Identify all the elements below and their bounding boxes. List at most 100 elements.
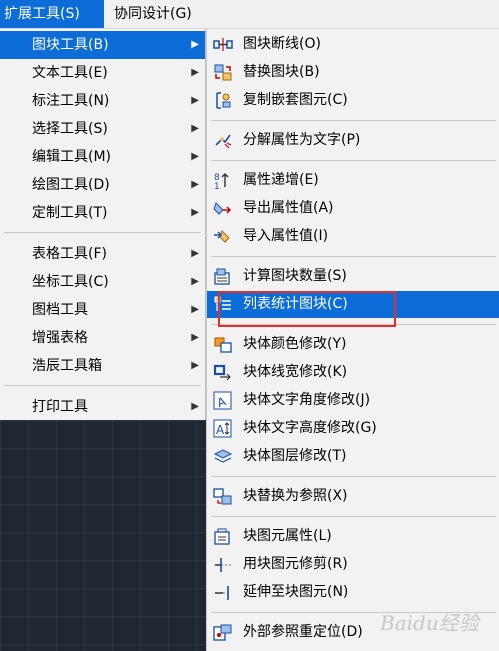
- menu-item-dimension-tools[interactable]: 标注工具(N) ▶: [0, 87, 205, 115]
- menu-separator: [211, 476, 496, 477]
- menu-item-trim-with-block[interactable]: 用块图元修剪(R): [207, 551, 499, 578]
- menu-item-label: 文本工具(E): [32, 65, 108, 81]
- submenu-arrow-icon: ▶: [191, 401, 199, 412]
- export-attr-icon: [213, 202, 232, 215]
- menu-item-block-layer[interactable]: 块体图层修改(T): [207, 443, 499, 470]
- menu-item-attr-increment[interactable]: 8 1 属性递增(E): [207, 167, 499, 194]
- menu-item-explode-attr[interactable]: 分解属性为文字(P): [207, 127, 499, 154]
- extend-tools-dropdown: 图块工具(B) ▶ 文本工具(E) ▶ 标注工具(N) ▶ 选择工具(S) ▶ …: [0, 29, 206, 420]
- menu-item-block-break[interactable]: 图块断线(O): [207, 31, 499, 58]
- block-break-icon: [213, 38, 233, 51]
- menu-item-text-height[interactable]: A 块体文字高度修改(G): [207, 415, 499, 442]
- menu-item-label: 增强表格: [32, 330, 88, 346]
- menu-item-block-linewidth[interactable]: 块体线宽修改(K): [207, 359, 499, 386]
- menu-item-import-attr[interactable]: 导入属性值(I): [207, 223, 499, 250]
- menu-separator: [4, 385, 201, 386]
- menu-item-label: 打印工具: [32, 399, 88, 415]
- menu-separator: [4, 232, 201, 233]
- menu-item-label: 定制工具(T): [32, 205, 108, 221]
- menu-item-label: 表格工具(F): [32, 246, 107, 262]
- menu-item-label: 延伸至块图元(N): [243, 584, 349, 600]
- submenu-arrow-icon: ▶: [191, 95, 199, 106]
- menu-item-export-attr[interactable]: 导出属性值(A): [207, 195, 499, 222]
- menu-item-text-tools[interactable]: 文本工具(E) ▶: [0, 59, 205, 87]
- menu-item-label: 复制嵌套图元(C): [243, 92, 348, 108]
- menu-item-label: 属性递增(E): [243, 172, 319, 188]
- submenu-arrow-icon: ▶: [191, 123, 199, 134]
- menu-item-print-tools[interactable]: 打印工具 ▶: [0, 393, 205, 421]
- menu-item-edit-tools[interactable]: 编辑工具(M) ▶: [0, 143, 205, 171]
- baidu-watermark: Baidu经验: [380, 611, 479, 635]
- menu-item-block-color[interactable]: 块体颜色修改(Y): [207, 331, 499, 358]
- menu-item-label: 选择工具(S): [32, 121, 108, 137]
- menu-item-label: 块体文字角度修改(J): [243, 392, 371, 408]
- menu-item-copy-nested[interactable]: 复制嵌套图元(C): [207, 87, 499, 114]
- submenu-arrow-icon: ▶: [191, 67, 199, 78]
- menu-item-label: 外部参照重定位(D): [243, 624, 363, 640]
- menu-item-label: 导出属性值(A): [243, 200, 334, 216]
- submenu-arrow-icon: ▶: [191, 39, 199, 50]
- xref-relocate-icon: [213, 624, 232, 641]
- menu-extend-tools[interactable]: 扩展工具(S): [0, 0, 104, 28]
- menu-item-count-blocks[interactable]: 计算图块数量(S): [207, 263, 499, 290]
- menu-item-gstarsoft-toolbox[interactable]: 浩辰工具箱 ▶: [0, 352, 205, 380]
- menu-separator: [211, 256, 496, 257]
- trim-with-block-icon: [215, 558, 231, 572]
- submenu-arrow-icon: ▶: [191, 248, 199, 259]
- block-color-icon: [214, 337, 232, 353]
- menu-separator: [211, 120, 496, 121]
- menu-item-label: 图块断线(O): [243, 36, 321, 52]
- menu-item-label: 块体文字高度修改(G): [243, 420, 377, 436]
- menu-item-label: 标注工具(N): [32, 93, 110, 109]
- menu-separator: [211, 160, 496, 161]
- menu-item-label: 计算图块数量(S): [243, 268, 347, 284]
- menu-item-label: 块替换为参照(X): [243, 488, 348, 504]
- menu-item-label: 编辑工具(M): [32, 149, 112, 165]
- menu-separator: [211, 516, 496, 517]
- menu-item-label: 替换图块(B): [243, 64, 320, 80]
- menu-item-label: 图块工具(B): [32, 37, 109, 53]
- menu-item-label: 坐标工具(C): [32, 274, 109, 290]
- menu-item-block-entity-attr[interactable]: 块图元属性(L): [207, 523, 499, 550]
- menu-item-label: 浩辰工具箱: [32, 358, 102, 374]
- copy-nested-icon: [216, 92, 231, 109]
- menu-item-label: 图档工具: [32, 302, 88, 318]
- block-to-xref-icon: [213, 488, 232, 505]
- submenu-arrow-icon: ▶: [191, 151, 199, 162]
- block-entity-attr-icon: [214, 528, 230, 545]
- menu-item-label: 用块图元修剪(R): [243, 556, 348, 572]
- block-tools-submenu: 图块断线(O) 替换图块(B) 复制嵌套图元(C) 分解属性为文字(P) 8 1…: [206, 29, 499, 651]
- menu-item-replace-block[interactable]: 替换图块(B): [207, 59, 499, 86]
- menu-item-label: 块体线宽修改(K): [243, 364, 348, 380]
- menu-item-label: 块体颜色修改(Y): [243, 336, 347, 352]
- count-blocks-icon: [214, 268, 230, 285]
- menu-item-block-tools[interactable]: 图块工具(B) ▶: [0, 31, 205, 59]
- block-linewidth-icon: [213, 364, 231, 381]
- text-angle-icon: A: [213, 391, 232, 410]
- svg-text:A: A: [216, 423, 225, 437]
- text-height-icon: A: [213, 419, 232, 438]
- submenu-arrow-icon: ▶: [191, 360, 199, 371]
- menu-item-select-tools[interactable]: 选择工具(S) ▶: [0, 115, 205, 143]
- explode-attr-icon: [215, 134, 232, 149]
- menu-item-label: 绘图工具(D): [32, 177, 110, 193]
- menu-item-custom-tools[interactable]: 定制工具(T) ▶: [0, 199, 205, 227]
- submenu-arrow-icon: ▶: [191, 332, 199, 343]
- block-layer-icon: [213, 449, 233, 463]
- submenu-arrow-icon: ▶: [191, 304, 199, 315]
- menu-item-table-tools[interactable]: 表格工具(F) ▶: [0, 240, 205, 268]
- submenu-arrow-icon: ▶: [191, 179, 199, 190]
- replace-block-icon: [214, 64, 232, 81]
- menu-item-label: 块体图层修改(T): [243, 448, 347, 464]
- menu-item-archive-tools[interactable]: 图档工具 ▶: [0, 296, 205, 324]
- menu-item-block-to-xref[interactable]: 块替换为参照(X): [207, 483, 499, 510]
- menu-item-draw-tools[interactable]: 绘图工具(D) ▶: [0, 171, 205, 199]
- menu-collaborative-design[interactable]: 协同设计(G): [110, 0, 220, 28]
- menu-item-text-angle[interactable]: A 块体文字角度修改(J): [207, 387, 499, 414]
- submenu-arrow-icon: ▶: [191, 276, 199, 287]
- submenu-arrow-icon: ▶: [191, 207, 199, 218]
- menu-item-enhanced-table[interactable]: 增强表格 ▶: [0, 324, 205, 352]
- import-attr-icon: [214, 230, 230, 243]
- menu-item-coordinate-tools[interactable]: 坐标工具(C) ▶: [0, 268, 205, 296]
- menu-item-label: 分解属性为文字(P): [243, 132, 361, 148]
